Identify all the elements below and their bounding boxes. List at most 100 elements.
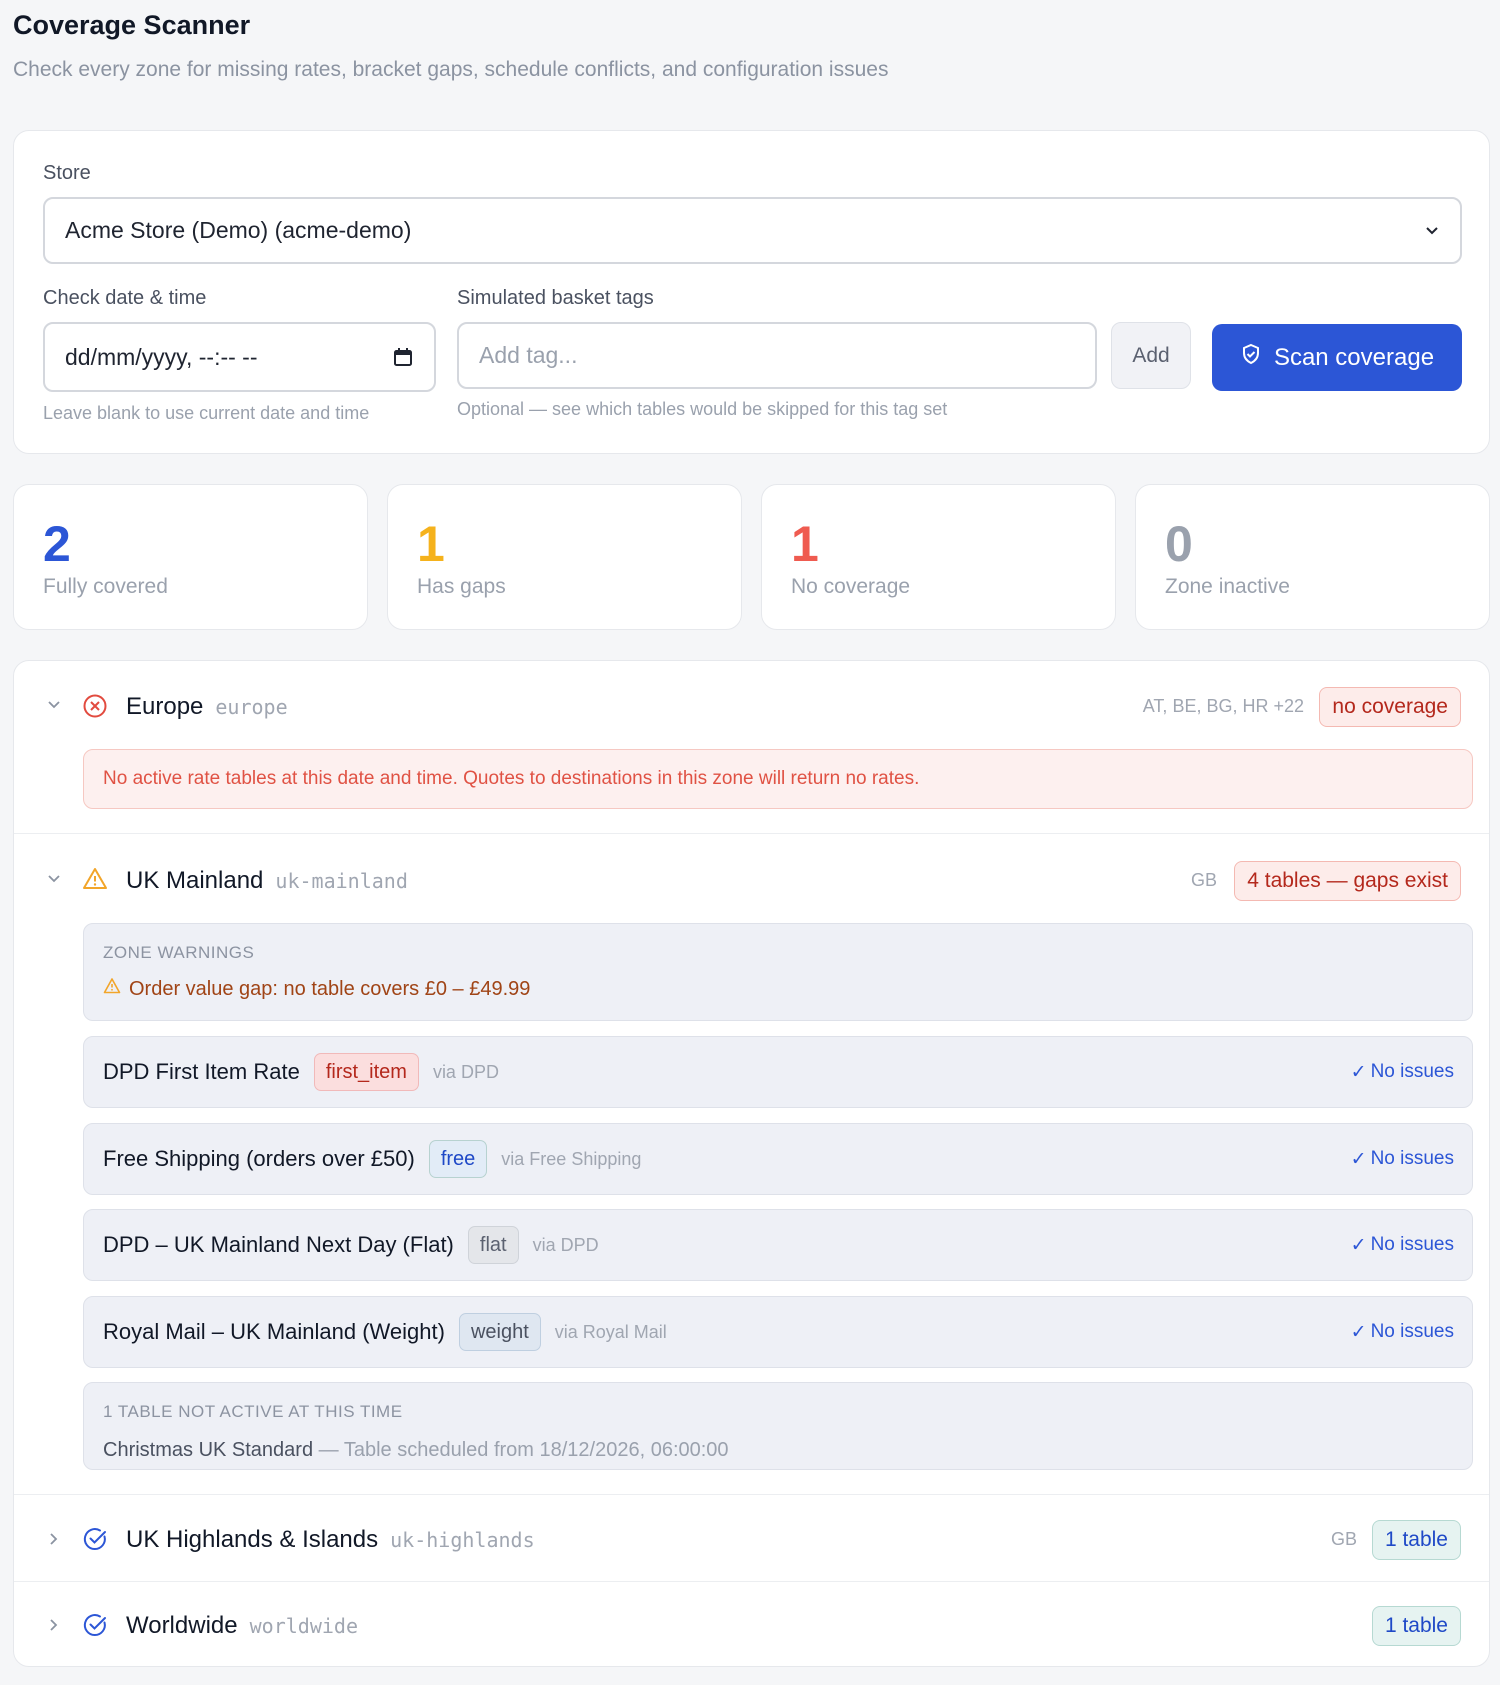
check-circle-icon: [82, 1526, 108, 1552]
zone-warnings-caption: ZONE WARNINGS: [103, 943, 255, 962]
chevron-down-icon[interactable]: [44, 695, 64, 715]
tag-input[interactable]: Add tag...: [457, 322, 1097, 389]
inactive-tables-panel: 1 TABLE NOT ACTIVE AT THIS TIME Christma…: [83, 1382, 1473, 1470]
zone-title: Europe europe: [126, 693, 288, 721]
tags-label: Simulated basket tags: [457, 287, 654, 309]
status-text: No issues: [1370, 1321, 1454, 1342]
zone-uk-highlands: UK Highlands & Islands uk-highlands GB 1 …: [14, 1496, 1489, 1582]
rate-type-chip: first_item: [313, 1053, 419, 1091]
zone-header[interactable]: Worldwide worldwide 1 table: [14, 1583, 1489, 1667]
status-ok: ✓ No issues: [1351, 1037, 1454, 1107]
rate-table-info: DPD – UK Mainland Next Day (Flat) flat v…: [103, 1210, 599, 1280]
carrier-label: via Free Shipping: [501, 1148, 642, 1169]
status-ok: ✓ No issues: [1351, 1297, 1454, 1367]
chevron-right-icon[interactable]: [44, 1529, 64, 1549]
date-time-input[interactable]: dd/mm/yyyy, --:-- --: [43, 322, 436, 392]
rate-table-info: DPD First Item Rate first_item via DPD: [103, 1037, 499, 1107]
zone-name: Europe: [126, 693, 204, 720]
rate-table-name: Free Shipping (orders over £50): [103, 1146, 415, 1171]
stat-value: 2: [43, 516, 71, 572]
stat-label: No coverage: [791, 575, 911, 598]
date-time-value: dd/mm/yyyy, --:-- --: [65, 343, 258, 370]
check-icon: ✓: [1350, 1148, 1367, 1170]
check-icon: ✓: [1350, 1061, 1367, 1083]
rate-type-chip: flat: [467, 1226, 519, 1264]
rate-table-name: Royal Mail – UK Mainland (Weight): [103, 1319, 445, 1344]
page-subtitle: Check every zone for missing rates, brac…: [13, 58, 889, 81]
stat-fully-covered: 2 Fully covered: [13, 484, 368, 630]
rate-table-row[interactable]: DPD First Item Rate first_item via DPD ✓…: [83, 1036, 1473, 1108]
x-circle-icon: [82, 693, 108, 719]
store-label: Store: [43, 162, 91, 184]
scan-coverage-button[interactable]: Scan coverage: [1212, 324, 1462, 391]
chevron-down-icon[interactable]: [44, 869, 64, 889]
zone-warnings-panel: ZONE WARNINGS Order value gap: no table …: [83, 923, 1473, 1021]
zone-countries: GB: [1190, 870, 1217, 890]
date-label: Check date & time: [43, 287, 207, 309]
inactive-table-name: Christmas UK Standard: [103, 1439, 314, 1461]
zone-header[interactable]: UK Highlands & Islands uk-highlands GB 1 …: [14, 1496, 1489, 1582]
zone-warning: Order value gap: no table covers £0 – £4…: [103, 977, 530, 1001]
chevron-down-icon: [1424, 223, 1440, 239]
zone-title: UK Highlands & Islands uk-highlands: [126, 1526, 535, 1554]
zone-europe: Europe europe AT, BE, BG, HR +22 no cover…: [14, 661, 1489, 834]
stat-label: Fully covered: [43, 575, 168, 598]
zone-header[interactable]: UK Mainland uk-mainland GB 4 tables — gap…: [14, 835, 1489, 925]
shield-check-icon: [1240, 343, 1262, 372]
store-select[interactable]: Acme Store (Demo) (acme-demo): [43, 197, 1462, 264]
status-badge: 4 tables — gaps exist: [1234, 861, 1461, 901]
zone-uk-mainland: UK Mainland uk-mainland GB 4 tables — gap…: [14, 835, 1489, 1495]
add-tag-button[interactable]: Add: [1111, 322, 1191, 389]
carrier-label: via DPD: [432, 1061, 499, 1082]
rate-table-row[interactable]: DPD – UK Mainland Next Day (Flat) flat v…: [83, 1209, 1473, 1281]
zone-title: Worldwide worldwide: [126, 1612, 358, 1640]
tag-input-placeholder: Add tag...: [479, 342, 578, 368]
zone-name: Worldwide: [126, 1612, 238, 1639]
stat-no-coverage: 1 No coverage: [761, 484, 1116, 630]
status-text: No issues: [1370, 1234, 1454, 1255]
carrier-label: via DPD: [532, 1234, 599, 1255]
zone-countries: GB: [1330, 1529, 1357, 1549]
stat-value: 1: [417, 516, 445, 572]
zone-slug: uk-highlands: [390, 1528, 535, 1552]
rate-table-row[interactable]: Free Shipping (orders over £50) free via…: [83, 1123, 1473, 1195]
calendar-icon[interactable]: [392, 346, 414, 368]
status-ok: ✓ No issues: [1351, 1210, 1454, 1280]
rate-type-chip: free: [428, 1140, 488, 1178]
rate-type-chip: weight: [458, 1313, 541, 1351]
zone-slug: worldwide: [249, 1614, 358, 1638]
warning-triangle-icon: [103, 977, 121, 1001]
status-text: No issues: [1370, 1061, 1454, 1082]
zone-header[interactable]: Europe europe AT, BE, BG, HR +22 no cover…: [14, 661, 1489, 751]
rate-table-info: Free Shipping (orders over £50) free via…: [103, 1124, 641, 1194]
zone-slug: uk-mainland: [275, 869, 408, 893]
store-select-value: Acme Store (Demo) (acme-demo): [65, 217, 412, 243]
stat-label: Has gaps: [417, 575, 506, 598]
zone-worldwide: Worldwide worldwide 1 table: [14, 1583, 1489, 1667]
warning-triangle-icon: [82, 866, 108, 892]
zone-name: UK Highlands & Islands: [126, 1526, 379, 1553]
table-count-badge: 1 table: [1371, 1606, 1461, 1646]
check-circle-icon: [82, 1612, 108, 1638]
chevron-right-icon[interactable]: [44, 1615, 64, 1635]
zone-slug: europe: [215, 695, 288, 719]
check-icon: ✓: [1350, 1321, 1367, 1343]
zone-warning-text: Order value gap: no table covers £0 – £4…: [129, 977, 531, 1000]
scan-controls-card: Store Acme Store (Demo) (acme-demo) Chec…: [13, 130, 1490, 454]
rate-table-row[interactable]: Royal Mail – UK Mainland (Weight) weight…: [83, 1296, 1473, 1368]
stat-has-gaps: 1 Has gaps: [387, 484, 742, 630]
check-icon: ✓: [1350, 1234, 1367, 1256]
zone-title: UK Mainland uk-mainland: [126, 867, 408, 895]
zone-list: Europe europe AT, BE, BG, HR +22 no cover…: [13, 660, 1490, 1667]
no-coverage-alert: No active rate tables at this date and t…: [83, 749, 1473, 809]
status-text: No issues: [1370, 1148, 1454, 1169]
coverage-scanner-page: Coverage Scanner Check every zone for mi…: [13, 0, 1490, 1667]
carrier-label: via Royal Mail: [554, 1321, 667, 1342]
zone-name: UK Mainland: [126, 867, 264, 894]
date-hint: Leave blank to use current date and time: [43, 403, 370, 423]
page-title: Coverage Scanner: [13, 10, 251, 40]
stat-label: Zone inactive: [1165, 575, 1290, 598]
status-ok: ✓ No issues: [1351, 1124, 1454, 1194]
rate-table-info: Royal Mail – UK Mainland (Weight) weight…: [103, 1297, 667, 1367]
tags-hint: Optional — see which tables would be ski…: [457, 399, 948, 419]
